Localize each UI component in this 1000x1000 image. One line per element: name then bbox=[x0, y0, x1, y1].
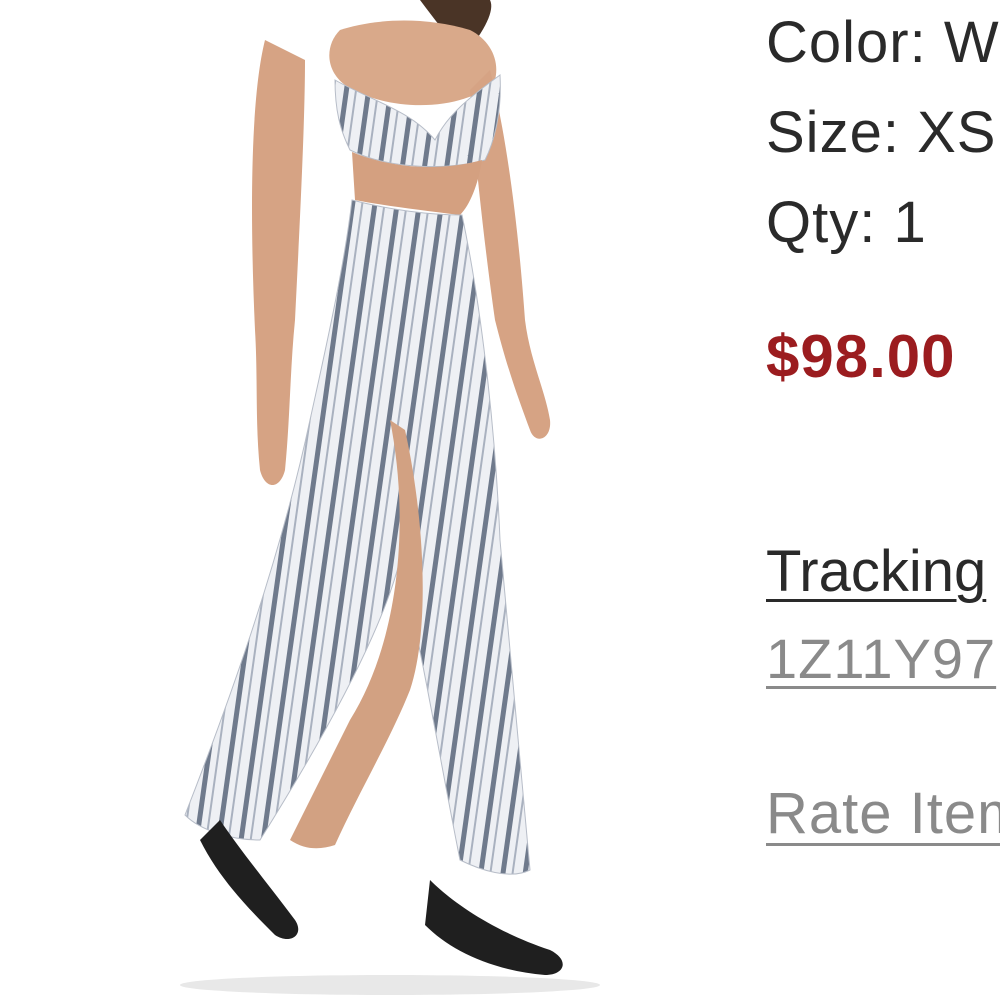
qty-row: Qty: 1 bbox=[766, 194, 927, 252]
rate-item-link[interactable]: Rate Item bbox=[766, 780, 1000, 847]
model-wearing-dress-illustration bbox=[180, 0, 600, 995]
size-row: Size: XS bbox=[766, 104, 996, 162]
item-price: $98.00 bbox=[766, 323, 956, 390]
order-item-details: Color: W Size: XS Qty: 1 $98.00 Tracking… bbox=[766, 0, 1000, 1000]
tracking-label: Tracking bbox=[766, 539, 987, 604]
color-value: W bbox=[943, 10, 1000, 75]
qty-value: 1 bbox=[893, 190, 927, 255]
order-item-screen: Color: W Size: XS Qty: 1 $98.00 Tracking… bbox=[0, 0, 1000, 1000]
product-image[interactable] bbox=[90, 0, 620, 1000]
qty-label: Qty: bbox=[766, 190, 877, 255]
size-label: Size: bbox=[766, 100, 900, 165]
color-label: Color: bbox=[766, 10, 927, 75]
size-value: XS bbox=[917, 100, 997, 165]
tracking-number-link[interactable]: 1Z11Y97 bbox=[766, 626, 996, 691]
color-row: Color: W bbox=[766, 14, 1000, 72]
